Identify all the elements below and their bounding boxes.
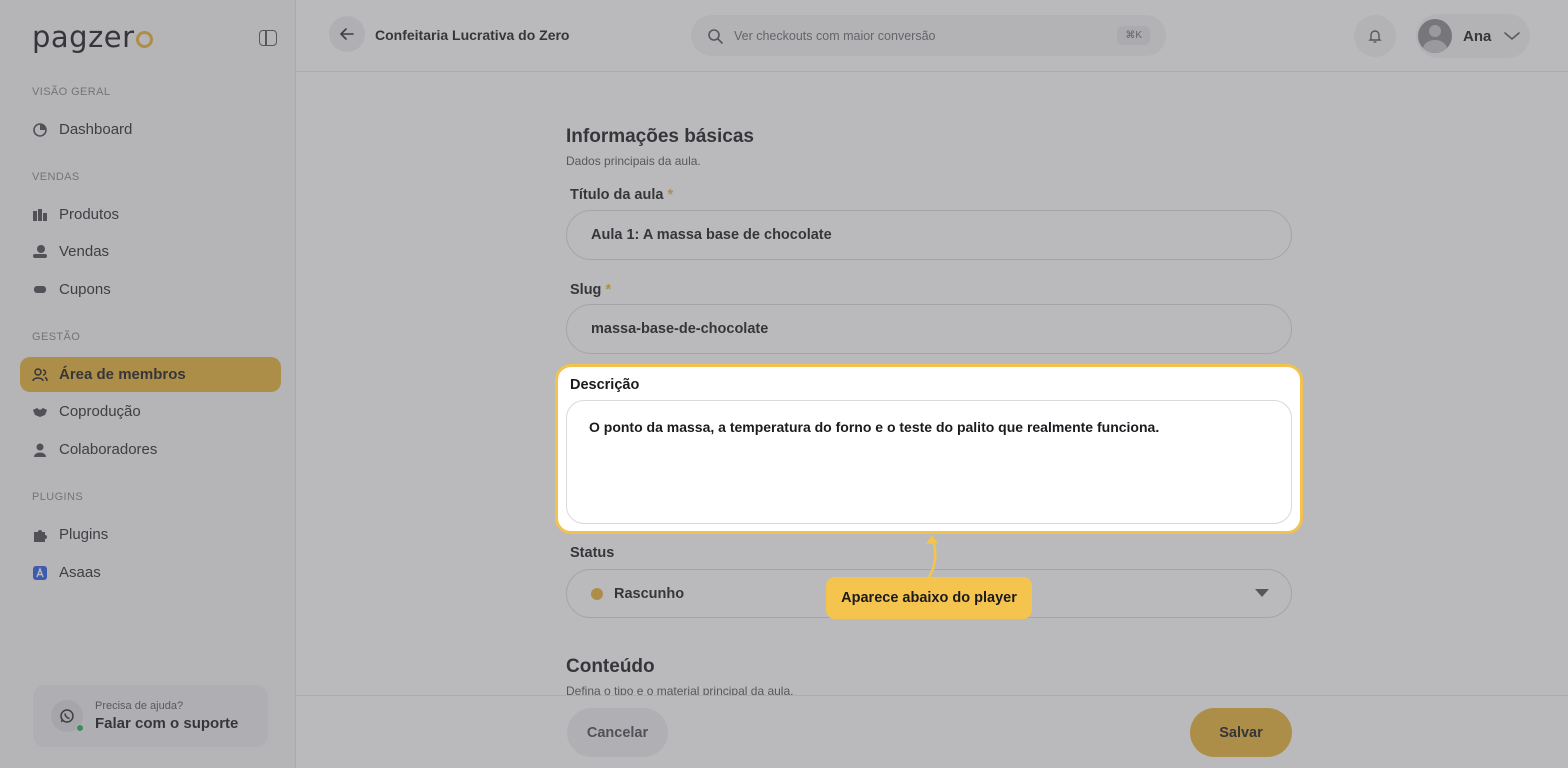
status-label: Status	[570, 545, 615, 561]
sidebar-item-dashboard[interactable]: Dashboard	[20, 112, 281, 147]
dashboard-icon	[32, 122, 48, 138]
section-title-content: Conteúdo	[566, 656, 655, 677]
handshake-icon	[32, 404, 48, 420]
sidebar-item-cupons[interactable]: Cupons	[20, 272, 281, 307]
title-input[interactable]: Aula 1: A massa base de chocolate	[566, 210, 1292, 260]
sidebar-item-label: Colaboradores	[59, 441, 158, 458]
products-icon	[32, 207, 48, 223]
search-shortcut: ⌘K	[1117, 26, 1150, 45]
sidebar-item-label: Asaas	[59, 564, 101, 581]
support-caption: Precisa de ajuda?	[95, 700, 184, 712]
sales-icon	[32, 244, 48, 260]
description-highlight: Descrição O ponto da massa, a temperatur…	[555, 364, 1303, 534]
sidebar-item-colaboradores[interactable]: Colaboradores	[20, 432, 281, 467]
search-input[interactable]: Ver checkouts com maior conversão ⌘K	[691, 15, 1166, 56]
section-subtitle-basic: Dados principais da aula.	[566, 154, 701, 168]
pagzero-logo[interactable]: pagzer	[32, 20, 153, 54]
sidebar-item-label: Dashboard	[59, 121, 133, 138]
section-management: GESTÃO	[32, 331, 81, 343]
slug-input[interactable]: massa-base-de-chocolate	[566, 304, 1292, 354]
section-overview: VISÃO GERAL	[32, 86, 111, 98]
save-button[interactable]: Salvar	[1190, 708, 1292, 757]
required-mark: *	[605, 282, 612, 298]
sidebar: pagzer VISÃO GERAL Dashboard VENDAS Prod…	[0, 0, 296, 768]
online-status-dot	[76, 724, 84, 732]
sidebar-item-label: Vendas	[59, 243, 110, 260]
sidebar-item-coproducao[interactable]: Coprodução	[20, 394, 281, 429]
slug-label-text: Slug	[570, 282, 602, 298]
section-sales: VENDAS	[32, 171, 80, 183]
sidebar-item-area-de-membros[interactable]: Área de membros	[20, 357, 281, 392]
arrow-left-icon	[340, 28, 354, 40]
footer-bar	[296, 695, 1568, 768]
sidebar-item-label: Cupons	[59, 281, 111, 298]
search-icon	[708, 28, 723, 44]
sidebar-toggle-icon[interactable]	[259, 30, 277, 46]
sidebar-item-produtos[interactable]: Produtos	[20, 197, 281, 232]
tooltip-arrow-icon	[926, 535, 938, 579]
description-textarea[interactable]: O ponto da massa, a temperatura do forno…	[566, 400, 1292, 524]
required-mark: *	[667, 187, 674, 203]
whatsapp-icon	[51, 700, 84, 732]
slug-label: Slug *	[570, 282, 611, 298]
page-title: Confeitaria Lucrativa do Zero	[375, 27, 570, 43]
status-value: Rascunho	[614, 585, 685, 602]
sidebar-item-label: Produtos	[59, 206, 120, 223]
back-button[interactable]	[329, 16, 365, 52]
title-label-text: Título da aula	[570, 187, 664, 203]
description-label: Descrição	[570, 377, 640, 393]
status-dot	[591, 587, 603, 600]
bell-icon	[1368, 30, 1382, 43]
avatar	[1418, 19, 1452, 53]
section-title-basic: Informações básicas	[566, 126, 754, 147]
tour-tooltip: Aparece abaixo do player	[826, 577, 1032, 619]
sidebar-item-label: Área de membros	[59, 366, 186, 383]
section-plugins: PLUGINS	[32, 491, 84, 503]
user-icon	[32, 442, 48, 458]
sidebar-item-label: Coprodução	[59, 403, 141, 420]
coupon-icon	[32, 282, 48, 298]
chevron-down-icon	[1504, 32, 1521, 41]
title-label: Título da aula *	[570, 187, 673, 203]
logo-text: pagzer	[32, 20, 135, 54]
title-input-value: Aula 1: A massa base de chocolate	[591, 227, 832, 243]
topbar: Confeitaria Lucrativa do Zero Ver checko…	[296, 0, 1568, 72]
sidebar-item-label: Plugins	[59, 526, 109, 543]
slug-input-value: massa-base-de-chocolate	[591, 321, 769, 337]
support-card[interactable]: Precisa de ajuda? Falar com o suporte	[33, 685, 268, 747]
sidebar-item-asaas[interactable]: Asaas	[20, 555, 281, 590]
asaas-icon	[32, 565, 48, 581]
puzzle-icon	[32, 527, 48, 543]
search-placeholder: Ver checkouts com maior conversão	[734, 28, 936, 43]
caret-down-icon	[1255, 589, 1269, 597]
sidebar-item-plugins[interactable]: Plugins	[20, 517, 281, 552]
logo-ring-icon	[135, 31, 153, 48]
members-icon	[32, 367, 48, 383]
sidebar-item-vendas[interactable]: Vendas	[20, 234, 281, 269]
user-menu[interactable]: Ana	[1416, 14, 1530, 58]
notifications-button[interactable]	[1354, 15, 1396, 57]
cancel-button[interactable]: Cancelar	[567, 708, 668, 757]
user-name: Ana	[1463, 27, 1492, 45]
support-link: Falar com o suporte	[95, 715, 239, 732]
